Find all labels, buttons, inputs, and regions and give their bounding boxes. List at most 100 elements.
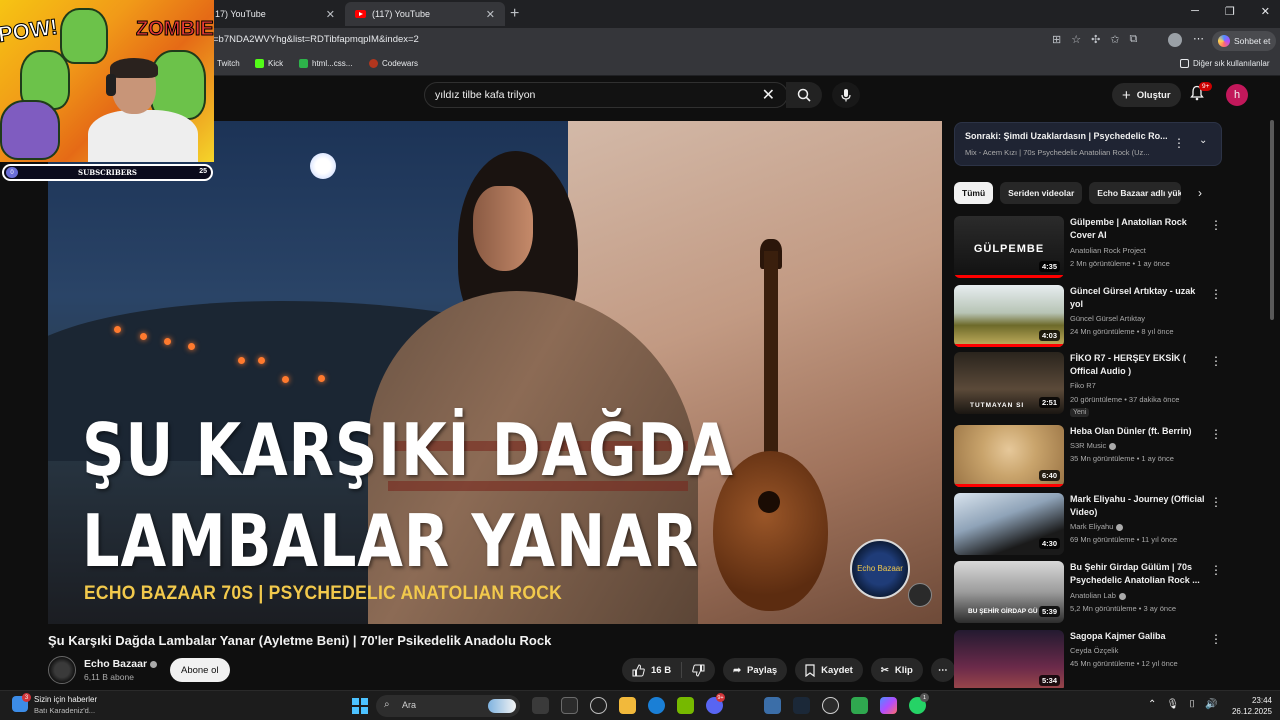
copilot-button[interactable]: Sohbet et: [1212, 31, 1277, 51]
news-badge: 3: [22, 693, 31, 702]
recommendation-thumbnail[interactable]: TUTMAYAN SI 2:51: [954, 352, 1064, 414]
tab-youtube-2[interactable]: (117) YouTube ✕: [345, 2, 505, 26]
chevron-down-icon[interactable]: ⌄: [1199, 135, 1207, 146]
favorites-icon[interactable]: ✩: [1110, 33, 1119, 46]
recommendation-item[interactable]: 6:40 Heba Olan Dünler (ft. Berrin) S3R M…: [954, 425, 1224, 489]
edge-icon[interactable]: [648, 697, 665, 714]
recommendation-thumbnail[interactable]: 5:34: [954, 630, 1064, 688]
account-avatar[interactable]: h: [1226, 84, 1248, 106]
like-button[interactable]: 16 B: [622, 662, 683, 678]
nvidia-icon[interactable]: [677, 697, 694, 714]
logo-text: Echo Bazaar: [857, 563, 903, 573]
more-vertical-icon[interactable]: ⋮: [1173, 136, 1185, 150]
more-vertical-icon[interactable]: ⋮: [1210, 287, 1222, 301]
minimize-icon[interactable]: ─: [1191, 5, 1199, 18]
save-button[interactable]: Kaydet: [795, 658, 863, 682]
create-button[interactable]: + Oluştur: [1112, 83, 1181, 107]
windows-logo-square: [352, 707, 359, 714]
clear-search-icon[interactable]: ✕: [762, 85, 775, 105]
collections-icon[interactable]: ⧉: [1130, 33, 1138, 46]
recommendation-meta: 69 Mn görüntüleme • 11 yıl önce: [1070, 535, 1178, 544]
youtube-icon: [355, 10, 366, 18]
chip-all[interactable]: Tümü: [954, 182, 994, 204]
voice-search-button[interactable]: [832, 82, 860, 108]
taskbar-search[interactable]: ⌕ Ara: [376, 695, 520, 717]
restore-icon[interactable]: ❐: [1225, 5, 1235, 18]
scrollbar[interactable]: [1270, 120, 1274, 320]
chevron-right-icon[interactable]: ›: [1198, 186, 1202, 200]
channel-name[interactable]: Echo Bazaar: [84, 658, 158, 670]
clock[interactable]: 23:44 26.12.2025: [1226, 695, 1272, 717]
search-button[interactable]: [786, 82, 822, 108]
video-actions: 16 B ➦ Paylaş Kaydet ✂ Klip ⋯: [622, 658, 955, 682]
copilot-app-icon[interactable]: [561, 697, 578, 714]
more-vertical-icon[interactable]: ⋮: [1210, 495, 1222, 509]
windows-start-icon[interactable]: [352, 698, 368, 714]
more-vertical-icon[interactable]: ⋮: [1210, 354, 1222, 368]
close-tab-icon[interactable]: ✕: [486, 8, 495, 21]
profile-icon[interactable]: [1168, 33, 1182, 47]
clip-button[interactable]: ✂ Klip: [870, 658, 923, 682]
recommendation-thumbnail[interactable]: GÜLPEMBE 4:35: [954, 216, 1064, 278]
media-player-icon[interactable]: [851, 697, 868, 714]
more-actions-button[interactable]: ⋯: [930, 658, 955, 682]
share-button[interactable]: ➦ Paylaş: [723, 658, 788, 682]
verified-icon: [1116, 523, 1124, 531]
file-explorer-icon[interactable]: [619, 697, 636, 714]
steam-icon[interactable]: [793, 697, 810, 714]
microphone-tray-icon[interactable]: 🎙: [1166, 699, 1179, 710]
thumbnail-title-line2: LAMBALAR YANAR: [82, 499, 699, 583]
task-view-icon[interactable]: [532, 697, 549, 714]
recommendation-thumbnail[interactable]: 4:30: [954, 493, 1064, 555]
more-vertical-icon[interactable]: ⋮: [1210, 218, 1222, 232]
notifications-button[interactable]: 9+: [1190, 82, 1213, 106]
other-bookmarks[interactable]: Diğer sık kullanılanlar: [1180, 59, 1269, 68]
chevron-up-icon[interactable]: ⌃: [1148, 699, 1156, 710]
channel-avatar[interactable]: [48, 656, 76, 684]
news-title[interactable]: Sizin için haberler: [34, 695, 97, 704]
bookmark-html-css[interactable]: html...css...: [299, 59, 352, 68]
recommendation-thumbnail[interactable]: 6:40: [954, 425, 1064, 487]
recommendation-item[interactable]: 4:30 Mark Eliyahu - Journey (Official Vi…: [954, 493, 1224, 557]
network-icon[interactable]: ⌷: [1189, 699, 1195, 710]
chip-series[interactable]: Seriden videolar: [1000, 182, 1083, 204]
recommendation-item[interactable]: 5:34 Sagopa Kajmer Galiba Ceyda Özçelik …: [954, 630, 1224, 688]
more-vertical-icon[interactable]: ⋮: [1210, 563, 1222, 577]
close-tab-icon[interactable]: ✕: [326, 8, 335, 21]
search-box[interactable]: yıldız tilbe kafa trilyon ✕: [424, 82, 788, 108]
more-options-icon[interactable]: ⋯: [1193, 32, 1204, 45]
copilot-taskbar-icon[interactable]: [880, 697, 897, 714]
dislike-button[interactable]: [682, 664, 715, 677]
recommendation-thumbnail[interactable]: 4:03: [954, 285, 1064, 347]
bookmark-kick[interactable]: Kick: [255, 59, 283, 68]
recommendation-thumbnail[interactable]: BU ŞEHİR GİRDAP GÜ 5:39: [954, 561, 1064, 623]
obs-icon[interactable]: [822, 697, 839, 714]
favorite-star-icon[interactable]: ☆: [1071, 33, 1081, 46]
bookmark-codewars[interactable]: Codewars: [369, 59, 418, 68]
watermark-small-logo[interactable]: [908, 583, 932, 607]
new-tab-icon[interactable]: +: [510, 5, 519, 23]
recommendation-channel: Güncel Gürsel Artıktay: [1070, 314, 1146, 323]
recommendation-item[interactable]: BU ŞEHİR GİRDAP GÜ 5:39 Bu Şehir Girdap …: [954, 561, 1224, 625]
tab-youtube-1[interactable]: 17) YouTube ✕: [205, 2, 345, 26]
volume-icon[interactable]: 🔊: [1205, 699, 1217, 710]
apps-icon[interactable]: ⊞: [1052, 33, 1061, 46]
more-vertical-icon[interactable]: ⋮: [1210, 632, 1222, 646]
extensions-icon[interactable]: ✣: [1091, 33, 1100, 46]
recommendation-item[interactable]: TUTMAYAN SI 2:51 FİKO R7 - HERŞEY EKSİK …: [954, 352, 1224, 417]
recommendation-item[interactable]: GÜLPEMBE 4:35 Gülpembe | Anatolian Rock …: [954, 216, 1224, 280]
recommendation-item[interactable]: 4:03 Güncel Gürsel Artıktay - uzak yol G…: [954, 285, 1224, 349]
next-up-card[interactable]: Sonraki: Şimdi Uzaklardasın | Psychedeli…: [954, 122, 1222, 166]
address-bar[interactable]: =b7NDA2WVYhg&list=RDTibfapmqpIM&index=2: [213, 34, 419, 45]
network-app-icon[interactable]: [764, 697, 781, 714]
subscribe-button[interactable]: Abone ol: [170, 658, 230, 682]
search-input[interactable]: yıldız tilbe kafa trilyon: [435, 89, 535, 101]
bookmark-twitch[interactable]: Twitch: [217, 59, 240, 68]
more-vertical-icon[interactable]: ⋮: [1210, 427, 1222, 441]
channel-text: Anatolian Lab: [1070, 591, 1116, 600]
chatgpt-icon[interactable]: [590, 697, 607, 714]
video-player[interactable]: ŞU KARŞIKİ DAĞDA LAMBALAR YANAR ECHO BAZ…: [48, 121, 942, 624]
close-window-icon[interactable]: ✕: [1261, 5, 1270, 18]
microphone-icon: [841, 89, 851, 102]
chip-channel-uploads[interactable]: Echo Bazaar adlı yükl: [1089, 182, 1182, 204]
